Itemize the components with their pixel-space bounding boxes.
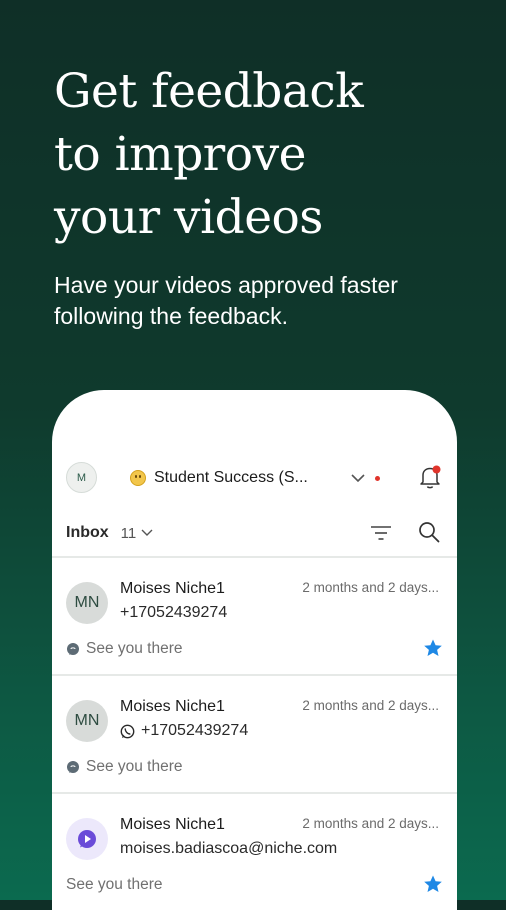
subtitle: Have your videos approved faster followi…	[54, 270, 484, 332]
contact-phone: +17052439274	[120, 604, 228, 621]
star-icon[interactable]	[423, 874, 443, 894]
workspace-name: Student Success (S...	[154, 469, 308, 486]
contact-avatar	[66, 818, 108, 860]
conversation-time: 2 months and 2 days...	[302, 816, 439, 831]
headline-line-1: Get feedback	[54, 64, 364, 119]
message-preview: See you there	[66, 876, 163, 894]
chevron-down-icon[interactable]	[350, 473, 366, 483]
phone-mockup: M Student Success (S... Inbox 11 MN Mois…	[52, 390, 457, 910]
conversation-time: 2 months and 2 days...	[302, 580, 439, 595]
filter-icon[interactable]	[370, 524, 392, 542]
subtitle-line-1: Have your videos approved faster	[54, 272, 398, 298]
workspace-selector[interactable]: Student Success (S...	[130, 466, 308, 490]
contact-avatar: MN	[66, 700, 108, 742]
inbox-selector[interactable]: Inbox 11	[66, 522, 153, 544]
inbox-label: Inbox	[66, 524, 109, 541]
chat-bubble-icon	[67, 643, 79, 655]
message-preview: See you there	[66, 758, 183, 776]
contact-phone: +17052439274	[141, 722, 249, 739]
contact-name: Moises Niche1	[120, 816, 225, 833]
message-text: See you there	[86, 640, 183, 657]
bell-icon[interactable]	[418, 464, 442, 490]
conversation-item[interactable]: MN Moises Niche1 2 months and 2 days... …	[52, 674, 457, 792]
user-avatar[interactable]: M	[66, 462, 97, 493]
search-icon[interactable]	[418, 521, 440, 543]
message-text: See you there	[86, 758, 183, 775]
headline-line-2: to improve	[54, 127, 306, 182]
chevron-down-icon	[141, 529, 153, 536]
app-top-bar: M Student Success (S...	[52, 390, 457, 510]
contact-name: Moises Niche1	[120, 698, 225, 715]
headline-line-3: your videos	[54, 190, 323, 245]
star-icon[interactable]	[423, 638, 443, 658]
contact-detail: moises.badiascoa@niche.com	[120, 840, 337, 858]
inbox-count: 11	[120, 524, 137, 542]
chat-bubble-icon	[67, 761, 79, 773]
contact-name: Moises Niche1	[120, 580, 225, 597]
conversation-list: MN Moises Niche1 2 months and 2 days... …	[52, 556, 457, 910]
conversation-time: 2 months and 2 days...	[302, 698, 439, 713]
message-preview: See you there	[66, 640, 183, 658]
workspace-emoji-icon	[130, 470, 146, 486]
contact-detail: +17052439274	[120, 604, 227, 622]
conversation-item[interactable]: Moises Niche1 2 months and 2 days... moi…	[52, 792, 457, 910]
contact-detail: +17052439274	[120, 722, 248, 740]
message-text: See you there	[66, 876, 163, 893]
contact-email: moises.badiascoa@niche.com	[120, 840, 338, 857]
conversation-item[interactable]: MN Moises Niche1 2 months and 2 days... …	[52, 556, 457, 674]
notification-dot	[375, 476, 380, 481]
headline: Get feedback to improve your videos	[54, 60, 474, 249]
contact-avatar: MN	[66, 582, 108, 624]
video-chat-icon	[78, 830, 96, 848]
subtitle-line-2: following the feedback.	[54, 303, 288, 329]
whatsapp-icon	[120, 724, 135, 738]
